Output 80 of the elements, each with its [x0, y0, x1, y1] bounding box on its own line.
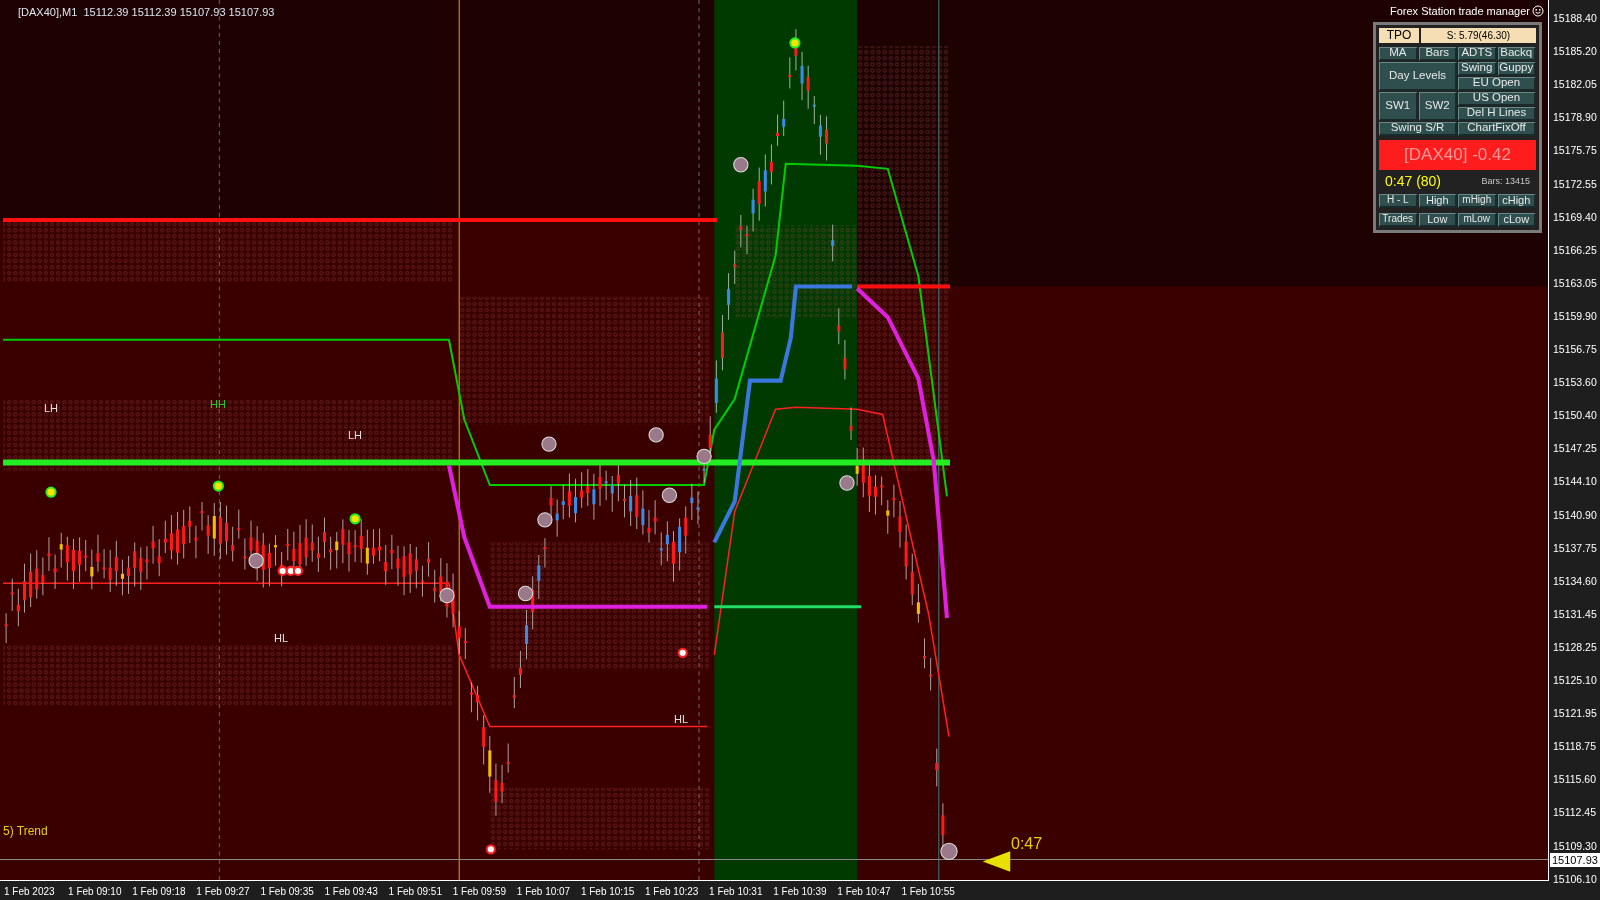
toolbar-button[interactable]: SW2	[1418, 91, 1457, 121]
price-tick-label: 15131.45	[1553, 606, 1597, 622]
price-tick-label: 15156.75	[1553, 342, 1597, 357]
toolbar-button[interactable]: Trades	[1379, 212, 1418, 227]
toolbar-button[interactable]: H - L	[1379, 193, 1418, 208]
time-tick-label: 1 Feb 10:15	[580, 885, 635, 899]
time-tick-label: 1 Feb 09:35	[260, 885, 314, 899]
price-tick-label: 15121.95	[1553, 706, 1597, 722]
price-tick-label: 15137.75	[1553, 540, 1597, 556]
time-tick-label: 1 Feb 09:59	[452, 885, 507, 899]
toolbar-button[interactable]: MA	[1379, 46, 1418, 61]
price-tick-label: 15163.05	[1553, 275, 1597, 291]
spread-display: S: 5.79(46.30)	[1421, 27, 1536, 43]
time-tick-label: 1 Feb 10:47	[837, 885, 891, 899]
time-tick-label: 1 Feb 10:07	[516, 885, 571, 899]
time-tick-label: 1 Feb 09:43	[324, 885, 378, 899]
time-tick-label: 1 Feb 09:27	[196, 885, 250, 899]
timer-text: 0:47 (80)	[1385, 172, 1442, 191]
symbol-info: [DAX40],M1 15112.39 15112.39 15107.93 15107.93	[18, 5, 275, 20]
price-tick-label: 15169.40	[1553, 209, 1597, 225]
trend-label: 5) Trend	[3, 823, 48, 840]
price-tick-label: 15172.55	[1553, 176, 1597, 192]
toolbar-button[interactable]: Low	[1418, 212, 1457, 227]
toolbar-button[interactable]: High	[1418, 193, 1457, 208]
toolbar-button[interactable]: SW1	[1379, 91, 1418, 121]
price-tick-label: 15150.40	[1553, 408, 1597, 424]
price-tick-label: 15140.90	[1553, 507, 1597, 523]
time-tick-label: 1 Feb 2023	[4, 885, 55, 899]
toolbar-button[interactable]: ChartFixOff	[1458, 121, 1536, 136]
toolbar-button[interactable]: Day Levels	[1379, 61, 1457, 91]
swing-label: HL	[674, 712, 689, 727]
time-tick-label: 1 Feb 10:39	[773, 885, 827, 899]
price-tick-label: 15185.20	[1553, 44, 1597, 60]
symbol-status: [DAX40] -0.42	[1379, 139, 1536, 170]
price-tick-label: 15178.90	[1553, 110, 1597, 126]
current-price-label: 15107.93	[1550, 853, 1600, 867]
price-tick-label: 15109.30	[1553, 838, 1597, 854]
toolbar-button[interactable]: Bars	[1418, 46, 1457, 61]
price-tick-label: 15147.25	[1553, 441, 1597, 457]
price-tick-label: 15175.75	[1553, 143, 1597, 159]
price-tick-label: 15182.05	[1553, 77, 1597, 93]
time-tick-label: 1 Feb 10:55	[901, 885, 955, 899]
price-tick-label: 15159.90	[1553, 308, 1597, 324]
toolbar-button[interactable]: Swing S/R	[1379, 121, 1457, 136]
toolbar-button[interactable]: mHigh	[1458, 193, 1497, 208]
toolbar-button[interactable]: Del H Lines	[1458, 106, 1536, 121]
toolbar-button[interactable]: Backq	[1497, 46, 1536, 61]
panel-title: Forex Station trade manager	[1389, 4, 1530, 19]
toolbar-button[interactable]: mLow	[1458, 212, 1497, 227]
tpo-button[interactable]: TPO	[1379, 27, 1419, 43]
price-tick-label: 15134.60	[1553, 573, 1597, 589]
swing-label: HH	[210, 397, 226, 412]
price-tick-label: 15153.60	[1553, 375, 1597, 391]
bars-count: Bars: 13415	[1481, 174, 1530, 188]
price-tick-label: 15112.45	[1553, 805, 1596, 821]
time-tick-label: 1 Feb 10:23	[645, 885, 699, 899]
toolbar-button[interactable]: Guppy	[1497, 61, 1536, 76]
price-tick-label: 15128.25	[1553, 639, 1597, 655]
price-tick-label: 15106.10	[1553, 871, 1597, 887]
smiley-icon	[1532, 5, 1544, 18]
toolbar-button[interactable]: Swing	[1458, 61, 1497, 76]
toolbar-button[interactable]: EU Open	[1458, 76, 1536, 91]
time-tick-label: 1 Feb 09:51	[388, 885, 442, 899]
time-tick-label: 1 Feb 09:10	[68, 885, 122, 899]
time-tick-label: 1 Feb 10:31	[709, 885, 763, 899]
swing-label: LH	[348, 428, 363, 443]
price-tick-label: 15144.10	[1553, 474, 1597, 490]
time-tick-label: 1 Feb 09:18	[132, 885, 186, 899]
toolbar-button[interactable]: ADTS	[1458, 46, 1497, 61]
toolbar-button[interactable]: US Open	[1458, 91, 1536, 106]
swing-label: LH	[44, 401, 59, 416]
price-tick-label: 15188.40	[1553, 11, 1597, 26]
toolbar-button[interactable]: cLow	[1497, 212, 1536, 227]
swing-label: HL	[274, 631, 289, 646]
price-tick-label: 15166.25	[1553, 242, 1597, 258]
countdown-text: 0:47	[1011, 834, 1043, 854]
price-tick-label: 15118.75	[1553, 739, 1596, 755]
price-tick-label: 15125.10	[1553, 673, 1597, 688]
price-tick-label: 15115.60	[1553, 772, 1596, 788]
toolbar-button[interactable]: cHigh	[1497, 193, 1536, 208]
